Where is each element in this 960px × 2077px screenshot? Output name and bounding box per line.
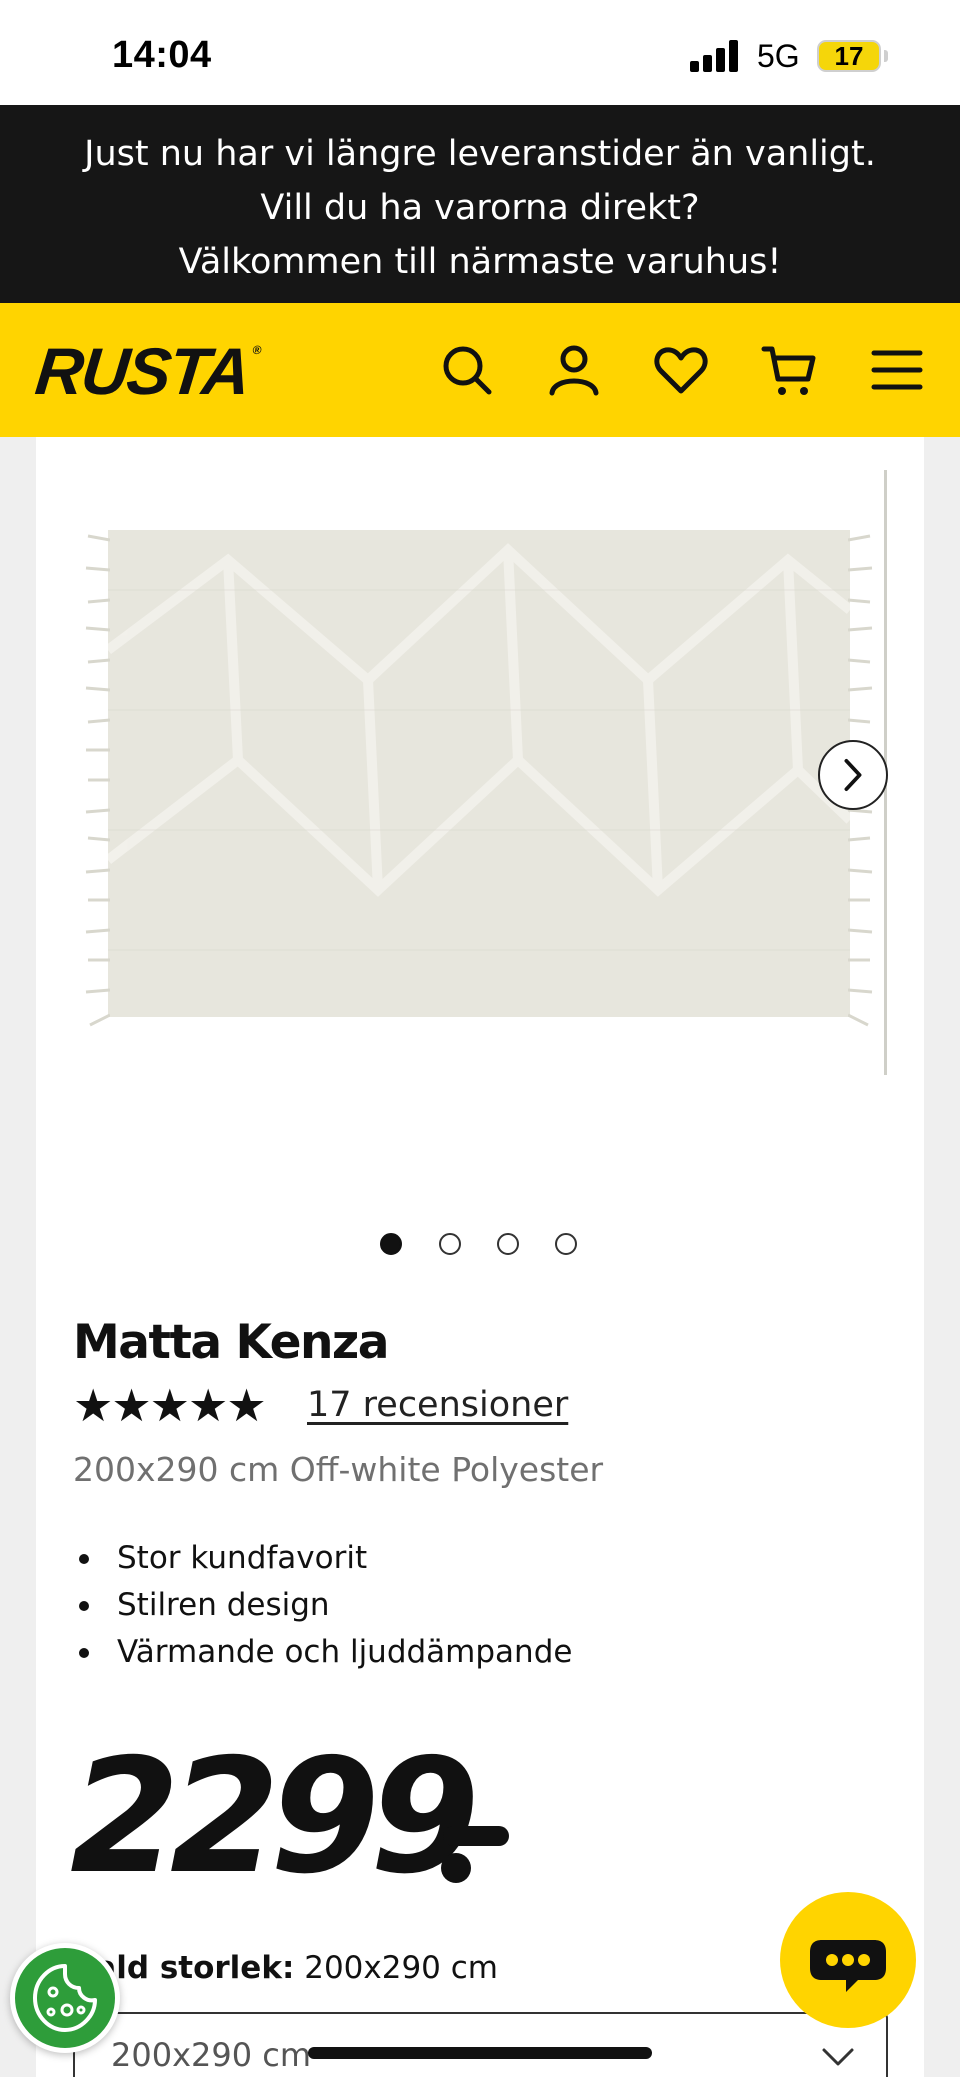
- gallery-dot-1[interactable]: [380, 1233, 402, 1255]
- cart-icon[interactable]: [760, 341, 818, 399]
- selected-size-value: 200x290 cm: [304, 1950, 498, 1986]
- status-bar: 14:04 5G 17: [0, 0, 960, 105]
- menu-icon[interactable]: [868, 341, 926, 399]
- chevron-down-icon: [822, 2048, 854, 2066]
- notice-line: Vill du ha varorna direkt?: [260, 188, 700, 228]
- gallery-dot-4[interactable]: [555, 1233, 577, 1255]
- search-icon[interactable]: [438, 341, 496, 399]
- gallery-pagination: [380, 1233, 580, 1255]
- product-highlights: Stor kundfavorit Stilren design Värmande…: [73, 1535, 572, 1676]
- selected-size-row: Vald storlek: 200x290 cm: [73, 1950, 498, 1986]
- notice-line: Just nu har vi längre leveranstider än v…: [84, 134, 876, 174]
- cookie-settings-button[interactable]: [10, 1943, 120, 2053]
- chevron-right-icon: [844, 758, 862, 792]
- registered-mark: ®: [251, 343, 261, 357]
- status-time: 14:04: [112, 34, 212, 76]
- product-image-rug[interactable]: [108, 530, 850, 1017]
- product-variant: 200x290 cm Off-white Polyester: [73, 1450, 604, 1489]
- chat-button[interactable]: [780, 1892, 916, 2028]
- heart-icon[interactable]: [652, 341, 710, 399]
- highlight-item: Stilren design: [73, 1582, 572, 1629]
- site-header: RUSTA®: [0, 303, 960, 437]
- rusta-logo[interactable]: RUSTA®: [32, 333, 261, 409]
- gallery-dot-3[interactable]: [497, 1233, 519, 1255]
- price-dot: [441, 1853, 471, 1883]
- gallery-dot-2[interactable]: [439, 1233, 461, 1255]
- price-dash: [443, 1826, 509, 1846]
- delivery-notice-banner: Just nu har vi längre leveranstider än v…: [0, 105, 960, 303]
- cookie-icon: [33, 1964, 97, 2032]
- cellular-signal-icon: [690, 40, 742, 72]
- network-type: 5G: [757, 38, 800, 74]
- highlight-item: Värmande och ljuddämpande: [73, 1629, 572, 1676]
- rug-fringe-left: [85, 534, 110, 1027]
- rating-stars-icon: ★★★★★: [73, 1379, 267, 1432]
- notice-line: Välkommen till närmaste varuhus!: [178, 242, 782, 282]
- product-title: Matta Kenza: [73, 1315, 390, 1370]
- highlight-item: Stor kundfavorit: [73, 1535, 572, 1582]
- size-select-value: 200x290 cm: [111, 2036, 312, 2074]
- battery-icon: 17: [817, 40, 881, 72]
- home-indicator: [308, 2047, 652, 2059]
- size-select[interactable]: 200x290 cm: [73, 2012, 888, 2077]
- battery-level: 17: [834, 41, 864, 71]
- product-price: 2299: [70, 1725, 480, 1909]
- logo-text: RUSTA: [32, 334, 253, 408]
- account-icon[interactable]: [545, 341, 603, 399]
- chat-bubble-icon: [810, 1940, 886, 1992]
- next-image-button[interactable]: [818, 740, 888, 810]
- battery-tip: [884, 50, 888, 62]
- reviews-link[interactable]: 17 recensioner: [307, 1385, 568, 1425]
